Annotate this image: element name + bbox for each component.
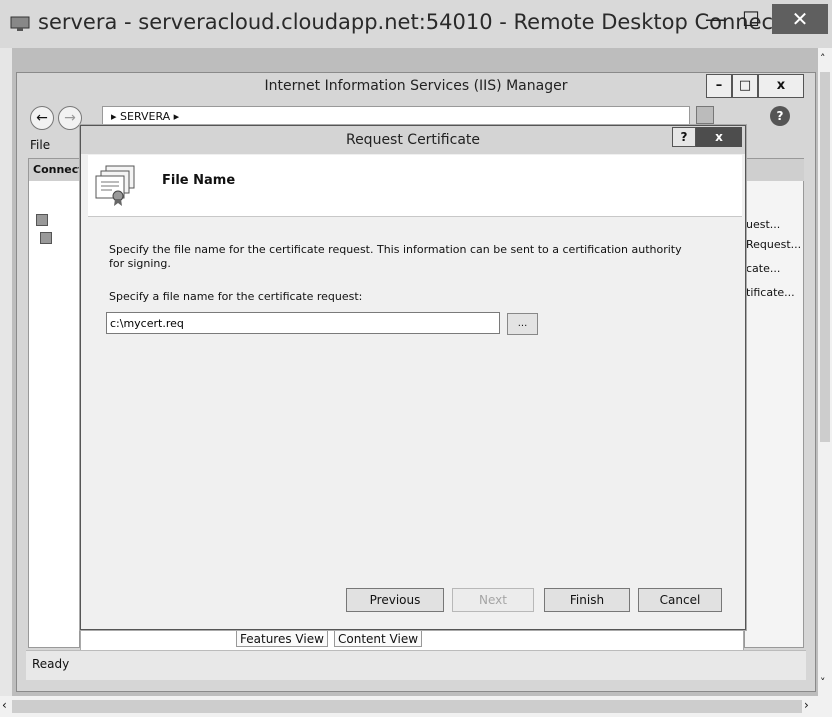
tab-features-view[interactable]: Features View (236, 630, 328, 647)
actions-panel (744, 158, 804, 648)
scroll-right-arrow-icon[interactable]: › (804, 698, 809, 712)
server-icon[interactable] (36, 214, 48, 226)
action-item[interactable]: cate... (746, 262, 780, 275)
next-button[interactable]: Next (452, 588, 534, 612)
iis-window-title: Internet Information Services (IIS) Mana… (264, 78, 568, 94)
scroll-up-arrow-icon[interactable]: ˄ (820, 52, 826, 65)
tab-content-view[interactable]: Content View (334, 630, 423, 647)
rdp-close-button[interactable]: ✕ (772, 4, 828, 34)
iis-maximize-button[interactable]: □ (732, 74, 758, 98)
status-bar (26, 650, 806, 680)
filename-input[interactable] (106, 312, 500, 334)
connections-panel (28, 158, 80, 648)
certificate-icon (95, 165, 135, 206)
rdp-horizontal-scroll-thumb[interactable] (12, 700, 802, 713)
dialog-close-button[interactable]: x (696, 127, 742, 147)
dialog-help-button[interactable]: ? (672, 127, 696, 147)
help-icon[interactable]: ? (770, 106, 790, 126)
rdp-maximize-button[interactable]: ☐ (736, 4, 766, 34)
action-item[interactable]: tificate... (746, 286, 795, 299)
previous-button[interactable]: Previous (346, 588, 444, 612)
rdp-minimize-button[interactable]: — (700, 4, 730, 34)
action-item[interactable]: uest... (746, 218, 780, 231)
iis-minimize-button[interactable]: – (706, 74, 732, 98)
cancel-button[interactable]: Cancel (638, 588, 722, 612)
rdp-vertical-scroll-thumb[interactable] (820, 72, 830, 442)
scroll-left-arrow-icon[interactable]: ‹ (2, 698, 7, 712)
rdp-window-title: servera - serveracloud.cloudapp.net:5401… (38, 10, 809, 34)
finish-button[interactable]: Finish (544, 588, 630, 612)
filename-prompt-label: Specify a file name for the certificate … (109, 290, 363, 303)
dialog-heading: File Name (162, 173, 236, 188)
refresh-icon[interactable] (696, 106, 714, 124)
forward-arrow-icon[interactable]: → (58, 106, 82, 130)
menu-file[interactable]: File (30, 138, 50, 152)
connections-header: Connect (29, 159, 80, 181)
actions-header (745, 159, 804, 181)
status-text: Ready (32, 657, 70, 671)
dialog-title: Request Certificate (345, 132, 481, 148)
rdp-app-icon (10, 16, 30, 31)
iis-close-button[interactable]: x (758, 74, 804, 98)
action-item[interactable]: Request... (746, 238, 801, 251)
server-node-icon[interactable] (40, 232, 52, 244)
dialog-description: Specify the file name for the certificat… (109, 243, 682, 270)
browse-button[interactable]: ... (507, 313, 538, 335)
scroll-down-arrow-icon[interactable]: ˅ (820, 676, 826, 689)
back-arrow-icon[interactable]: ← (30, 106, 54, 130)
